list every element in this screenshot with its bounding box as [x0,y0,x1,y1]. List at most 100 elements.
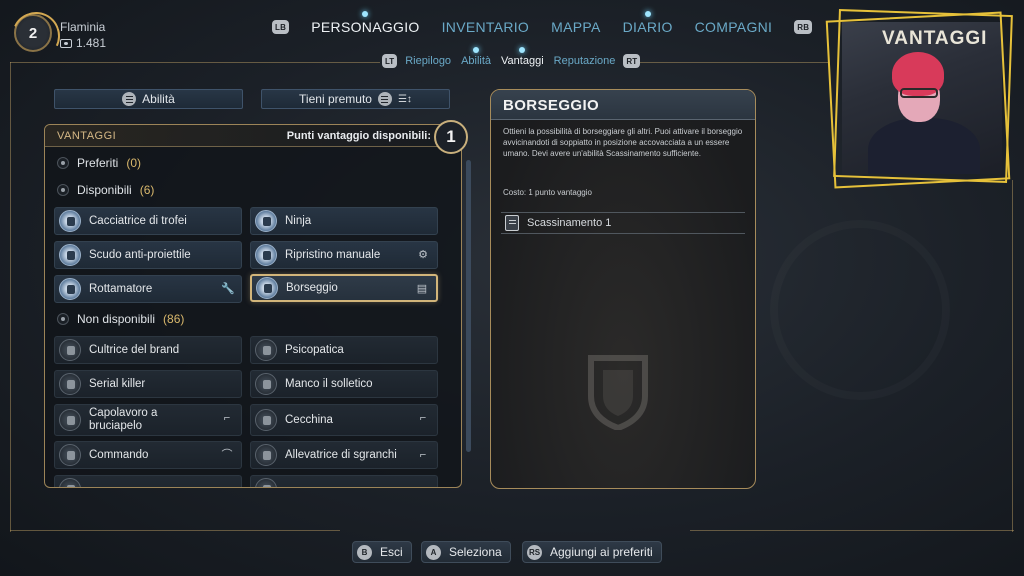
weapon-icon: ⌐ [223,412,231,424]
perk-partial[interactable] [250,475,438,487]
perk-psicopatica[interactable]: Psicopatica [250,336,438,364]
perk-points-label: Punti vantaggio disponibili: [286,130,431,142]
perk-cultrice-del-brand[interactable]: Cultrice del brand [54,336,242,364]
lockpick-skill-icon [505,215,519,231]
perk-icon [59,478,81,487]
player-name: Flaminia [60,20,106,34]
shield-icon [59,244,81,266]
tab-inventario[interactable]: INVENTARIO [442,19,530,35]
mask-icon [255,339,277,361]
perk-capolavoro-a-bruciapelo[interactable]: Capolavoro a bruciapelo ⌐ [54,404,242,436]
tab-personaggio[interactable]: PERSONAGGIO [311,11,419,35]
menu-button-icon [122,92,137,106]
feather-icon [255,373,277,395]
eye-icon [57,157,69,169]
level-indicator: 2 [14,14,52,52]
detail-header: BORSEGGIO [491,90,755,120]
eye-icon [57,184,69,196]
perk-detail-panel: BORSEGGIO Ottieni la possibilità di bors… [490,89,756,489]
main-nav: LB PERSONAGGIO INVENTARIO MAPPA DIARIO C… [272,11,813,38]
subtab-abilita[interactable]: Abilità [461,47,491,67]
tool-gear-icon: ⚙ [418,249,428,261]
perk-rottamatore[interactable]: Rottamatore 🔧 [54,275,242,303]
lockpick-icon: ▤ [416,283,428,295]
faction-emblem-icon [588,355,648,430]
perk-ninja[interactable]: Ninja [250,207,438,235]
perk-allevatrice-di-sgranchi[interactable]: Allevatrice di sgranchi ⌐ [250,441,438,469]
skills-filter-label: Abilità [142,92,175,106]
hand-icon [256,277,278,299]
skills-filter-button[interactable]: Abilità [54,89,243,109]
scrap-icon [59,278,81,300]
badge-icon [59,339,81,361]
hold-label: Tieni premuto [299,92,372,106]
money-icon [60,38,72,48]
tab-mappa[interactable]: MAPPA [551,19,600,35]
section-available[interactable]: Disponibili (6) [57,183,154,197]
melee-icon: ⌒ [221,449,233,461]
perks-scrollbar[interactable] [466,160,471,452]
notification-dot [644,11,651,17]
detail-cost: Costo: 1 punto vantaggio [503,188,592,197]
rb-button-icon[interactable]: RB [794,20,813,34]
perks-panel: VANTAGGI Punti vantaggio disponibili: Pr… [44,124,462,488]
section-unavailable[interactable]: Non disponibili (86) [57,312,184,326]
currency-amount: 1.481 [76,36,107,50]
perk-borseggio[interactable]: Borseggio ▤ [250,274,438,302]
notification-dot [473,47,480,53]
gun-icon [59,409,81,431]
add-favorite-button[interactable]: RS Aggiungi ai preferiti [522,541,662,563]
rs-button-icon: RS [527,544,542,560]
notification-dot [362,11,369,17]
perks-header: VANTAGGI Punti vantaggio disponibili: [45,125,461,147]
player-currency: 1.481 [60,36,106,50]
a-button-icon: A [426,544,441,560]
perk-serial-killer[interactable]: Serial killer [54,370,242,398]
subtab-riepilogo[interactable]: Riepilogo [405,55,451,67]
perk-ripristino-manuale[interactable]: Ripristino manuale ⚙ [250,241,438,269]
ninja-icon [255,210,277,232]
sub-nav: LT Riepilogo Abilità Vantaggi Reputazion… [382,47,641,70]
wrench-icon: 🔧 [221,283,235,295]
commando-icon [59,444,81,466]
lt-button-icon[interactable]: LT [382,54,398,68]
tab-diario[interactable]: DIARIO [623,11,673,35]
perk-points-counter: 1 [434,120,468,154]
perk-cecchina[interactable]: Cecchina ⌐ [250,404,438,436]
knife-icon [59,373,81,395]
detail-requirement: Scassinamento 1 [501,212,745,234]
section-favorites[interactable]: Preferiti (0) [57,156,141,170]
exit-button[interactable]: B Esci [352,541,412,563]
detail-title: BORSEGGIO [503,97,600,114]
webcam-frame [833,9,1013,183]
creature-icon [255,444,277,466]
select-button[interactable]: A Seleziona [421,541,511,563]
perk-cacciatrice-di-trofei[interactable]: Cacciatrice di trofei [54,207,242,235]
background-emblem [770,220,950,400]
weapon-icon: ⌐ [419,412,427,424]
gear-icon [255,244,277,266]
lb-button-icon[interactable]: LB [272,20,290,34]
trophy-icon [59,210,81,232]
menu-button-icon [377,92,392,106]
weapon-icon: ⌐ [419,449,427,461]
sort-button[interactable]: Tieni premuto ☰↕ [261,89,450,109]
perk-commando[interactable]: Commando ⌒ [54,441,242,469]
tab-compagni[interactable]: COMPAGNI [695,19,773,35]
perk-partial[interactable] [54,475,242,487]
eye-icon [57,313,69,325]
webcam-overlay: VANTAGGI [825,9,1013,189]
perk-scudo-anti-proiettile[interactable]: Scudo anti-proiettile [54,241,242,269]
perk-manco-il-solletico[interactable]: Manco il solletico [250,370,438,398]
perks-title: VANTAGGI [57,130,117,142]
subtab-reputazione[interactable]: Reputazione [554,55,616,67]
b-button-icon: B [357,544,372,560]
player-badge: 2 Flaminia 1.481 [14,14,154,54]
scope-icon [255,409,277,431]
subtab-vantaggi[interactable]: Vantaggi [501,47,544,67]
rt-button-icon[interactable]: RT [623,54,641,68]
perk-icon [255,478,277,487]
detail-description: Ottieni la possibilità di borseggiare gl… [503,127,743,158]
sort-icon: ☰↕ [397,93,412,105]
notification-dot [519,47,526,53]
